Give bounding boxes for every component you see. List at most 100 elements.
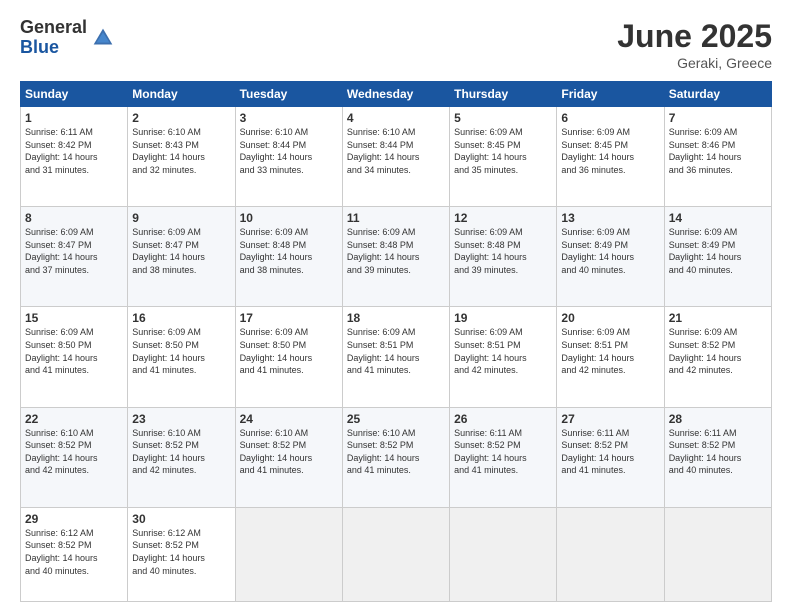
col-saturday: Saturday (664, 82, 771, 107)
table-row: 19 Sunrise: 6:09 AMSunset: 8:51 PMDaylig… (450, 307, 557, 407)
day-number: 10 (240, 211, 338, 225)
calendar-week-row: 15 Sunrise: 6:09 AMSunset: 8:50 PMDaylig… (21, 307, 772, 407)
table-row (235, 507, 342, 601)
table-row: 20 Sunrise: 6:09 AMSunset: 8:51 PMDaylig… (557, 307, 664, 407)
day-number: 13 (561, 211, 659, 225)
logo-general-text: General (20, 18, 87, 38)
day-info: Sunrise: 6:09 AMSunset: 8:47 PMDaylight:… (25, 227, 98, 275)
day-number: 9 (132, 211, 230, 225)
day-info: Sunrise: 6:11 AMSunset: 8:42 PMDaylight:… (25, 127, 98, 175)
calendar-week-row: 8 Sunrise: 6:09 AMSunset: 8:47 PMDayligh… (21, 207, 772, 307)
table-row: 9 Sunrise: 6:09 AMSunset: 8:47 PMDayligh… (128, 207, 235, 307)
title-block: June 2025 Geraki, Greece (617, 18, 772, 71)
table-row: 7 Sunrise: 6:09 AMSunset: 8:46 PMDayligh… (664, 107, 771, 207)
day-number: 3 (240, 111, 338, 125)
table-row: 30 Sunrise: 6:12 AMSunset: 8:52 PMDaylig… (128, 507, 235, 601)
day-info: Sunrise: 6:09 AMSunset: 8:49 PMDaylight:… (669, 227, 742, 275)
day-info: Sunrise: 6:11 AMSunset: 8:52 PMDaylight:… (669, 428, 742, 476)
table-row: 2 Sunrise: 6:10 AMSunset: 8:43 PMDayligh… (128, 107, 235, 207)
table-row: 10 Sunrise: 6:09 AMSunset: 8:48 PMDaylig… (235, 207, 342, 307)
table-row: 21 Sunrise: 6:09 AMSunset: 8:52 PMDaylig… (664, 307, 771, 407)
day-number: 23 (132, 412, 230, 426)
day-number: 7 (669, 111, 767, 125)
day-info: Sunrise: 6:09 AMSunset: 8:48 PMDaylight:… (240, 227, 313, 275)
col-friday: Friday (557, 82, 664, 107)
day-number: 29 (25, 512, 123, 526)
day-number: 19 (454, 311, 552, 325)
page: General Blue June 2025 Geraki, Greece Su… (0, 0, 792, 612)
day-info: Sunrise: 6:12 AMSunset: 8:52 PMDaylight:… (132, 528, 205, 576)
day-info: Sunrise: 6:09 AMSunset: 8:50 PMDaylight:… (25, 327, 98, 375)
day-info: Sunrise: 6:09 AMSunset: 8:51 PMDaylight:… (454, 327, 527, 375)
day-number: 1 (25, 111, 123, 125)
day-number: 20 (561, 311, 659, 325)
day-info: Sunrise: 6:10 AMSunset: 8:44 PMDaylight:… (347, 127, 420, 175)
day-info: Sunrise: 6:09 AMSunset: 8:49 PMDaylight:… (561, 227, 634, 275)
day-number: 15 (25, 311, 123, 325)
calendar-week-row: 22 Sunrise: 6:10 AMSunset: 8:52 PMDaylig… (21, 407, 772, 507)
table-row (557, 507, 664, 601)
table-row: 24 Sunrise: 6:10 AMSunset: 8:52 PMDaylig… (235, 407, 342, 507)
col-tuesday: Tuesday (235, 82, 342, 107)
table-row: 13 Sunrise: 6:09 AMSunset: 8:49 PMDaylig… (557, 207, 664, 307)
day-number: 12 (454, 211, 552, 225)
day-number: 2 (132, 111, 230, 125)
day-number: 26 (454, 412, 552, 426)
day-info: Sunrise: 6:10 AMSunset: 8:43 PMDaylight:… (132, 127, 205, 175)
table-row: 8 Sunrise: 6:09 AMSunset: 8:47 PMDayligh… (21, 207, 128, 307)
month-title: June 2025 (617, 18, 772, 55)
day-info: Sunrise: 6:09 AMSunset: 8:45 PMDaylight:… (561, 127, 634, 175)
logo: General Blue (20, 18, 117, 58)
day-number: 11 (347, 211, 445, 225)
table-row: 27 Sunrise: 6:11 AMSunset: 8:52 PMDaylig… (557, 407, 664, 507)
table-row: 5 Sunrise: 6:09 AMSunset: 8:45 PMDayligh… (450, 107, 557, 207)
table-row: 18 Sunrise: 6:09 AMSunset: 8:51 PMDaylig… (342, 307, 449, 407)
day-info: Sunrise: 6:10 AMSunset: 8:52 PMDaylight:… (25, 428, 98, 476)
col-thursday: Thursday (450, 82, 557, 107)
table-row: 11 Sunrise: 6:09 AMSunset: 8:48 PMDaylig… (342, 207, 449, 307)
table-row: 14 Sunrise: 6:09 AMSunset: 8:49 PMDaylig… (664, 207, 771, 307)
day-number: 22 (25, 412, 123, 426)
logo-icon (89, 24, 117, 52)
calendar-header-row: Sunday Monday Tuesday Wednesday Thursday… (21, 82, 772, 107)
table-row: 29 Sunrise: 6:12 AMSunset: 8:52 PMDaylig… (21, 507, 128, 601)
day-number: 25 (347, 412, 445, 426)
day-info: Sunrise: 6:09 AMSunset: 8:52 PMDaylight:… (669, 327, 742, 375)
header: General Blue June 2025 Geraki, Greece (20, 18, 772, 71)
day-info: Sunrise: 6:09 AMSunset: 8:46 PMDaylight:… (669, 127, 742, 175)
day-number: 24 (240, 412, 338, 426)
location: Geraki, Greece (617, 55, 772, 71)
table-row: 16 Sunrise: 6:09 AMSunset: 8:50 PMDaylig… (128, 307, 235, 407)
calendar-week-row: 29 Sunrise: 6:12 AMSunset: 8:52 PMDaylig… (21, 507, 772, 601)
calendar-table: Sunday Monday Tuesday Wednesday Thursday… (20, 81, 772, 602)
table-row: 6 Sunrise: 6:09 AMSunset: 8:45 PMDayligh… (557, 107, 664, 207)
day-number: 28 (669, 412, 767, 426)
col-sunday: Sunday (21, 82, 128, 107)
day-number: 14 (669, 211, 767, 225)
calendar-week-row: 1 Sunrise: 6:11 AMSunset: 8:42 PMDayligh… (21, 107, 772, 207)
day-info: Sunrise: 6:09 AMSunset: 8:51 PMDaylight:… (561, 327, 634, 375)
day-info: Sunrise: 6:09 AMSunset: 8:50 PMDaylight:… (132, 327, 205, 375)
day-info: Sunrise: 6:10 AMSunset: 8:44 PMDaylight:… (240, 127, 313, 175)
day-info: Sunrise: 6:09 AMSunset: 8:51 PMDaylight:… (347, 327, 420, 375)
day-number: 16 (132, 311, 230, 325)
day-info: Sunrise: 6:09 AMSunset: 8:48 PMDaylight:… (347, 227, 420, 275)
day-number: 17 (240, 311, 338, 325)
table-row (450, 507, 557, 601)
logo-blue-text: Blue (20, 38, 87, 58)
day-info: Sunrise: 6:09 AMSunset: 8:47 PMDaylight:… (132, 227, 205, 275)
day-info: Sunrise: 6:12 AMSunset: 8:52 PMDaylight:… (25, 528, 98, 576)
col-monday: Monday (128, 82, 235, 107)
table-row: 26 Sunrise: 6:11 AMSunset: 8:52 PMDaylig… (450, 407, 557, 507)
day-number: 30 (132, 512, 230, 526)
day-number: 27 (561, 412, 659, 426)
table-row: 28 Sunrise: 6:11 AMSunset: 8:52 PMDaylig… (664, 407, 771, 507)
col-wednesday: Wednesday (342, 82, 449, 107)
day-info: Sunrise: 6:09 AMSunset: 8:50 PMDaylight:… (240, 327, 313, 375)
day-info: Sunrise: 6:11 AMSunset: 8:52 PMDaylight:… (454, 428, 527, 476)
table-row: 1 Sunrise: 6:11 AMSunset: 8:42 PMDayligh… (21, 107, 128, 207)
table-row (664, 507, 771, 601)
day-number: 5 (454, 111, 552, 125)
day-number: 18 (347, 311, 445, 325)
day-info: Sunrise: 6:09 AMSunset: 8:48 PMDaylight:… (454, 227, 527, 275)
